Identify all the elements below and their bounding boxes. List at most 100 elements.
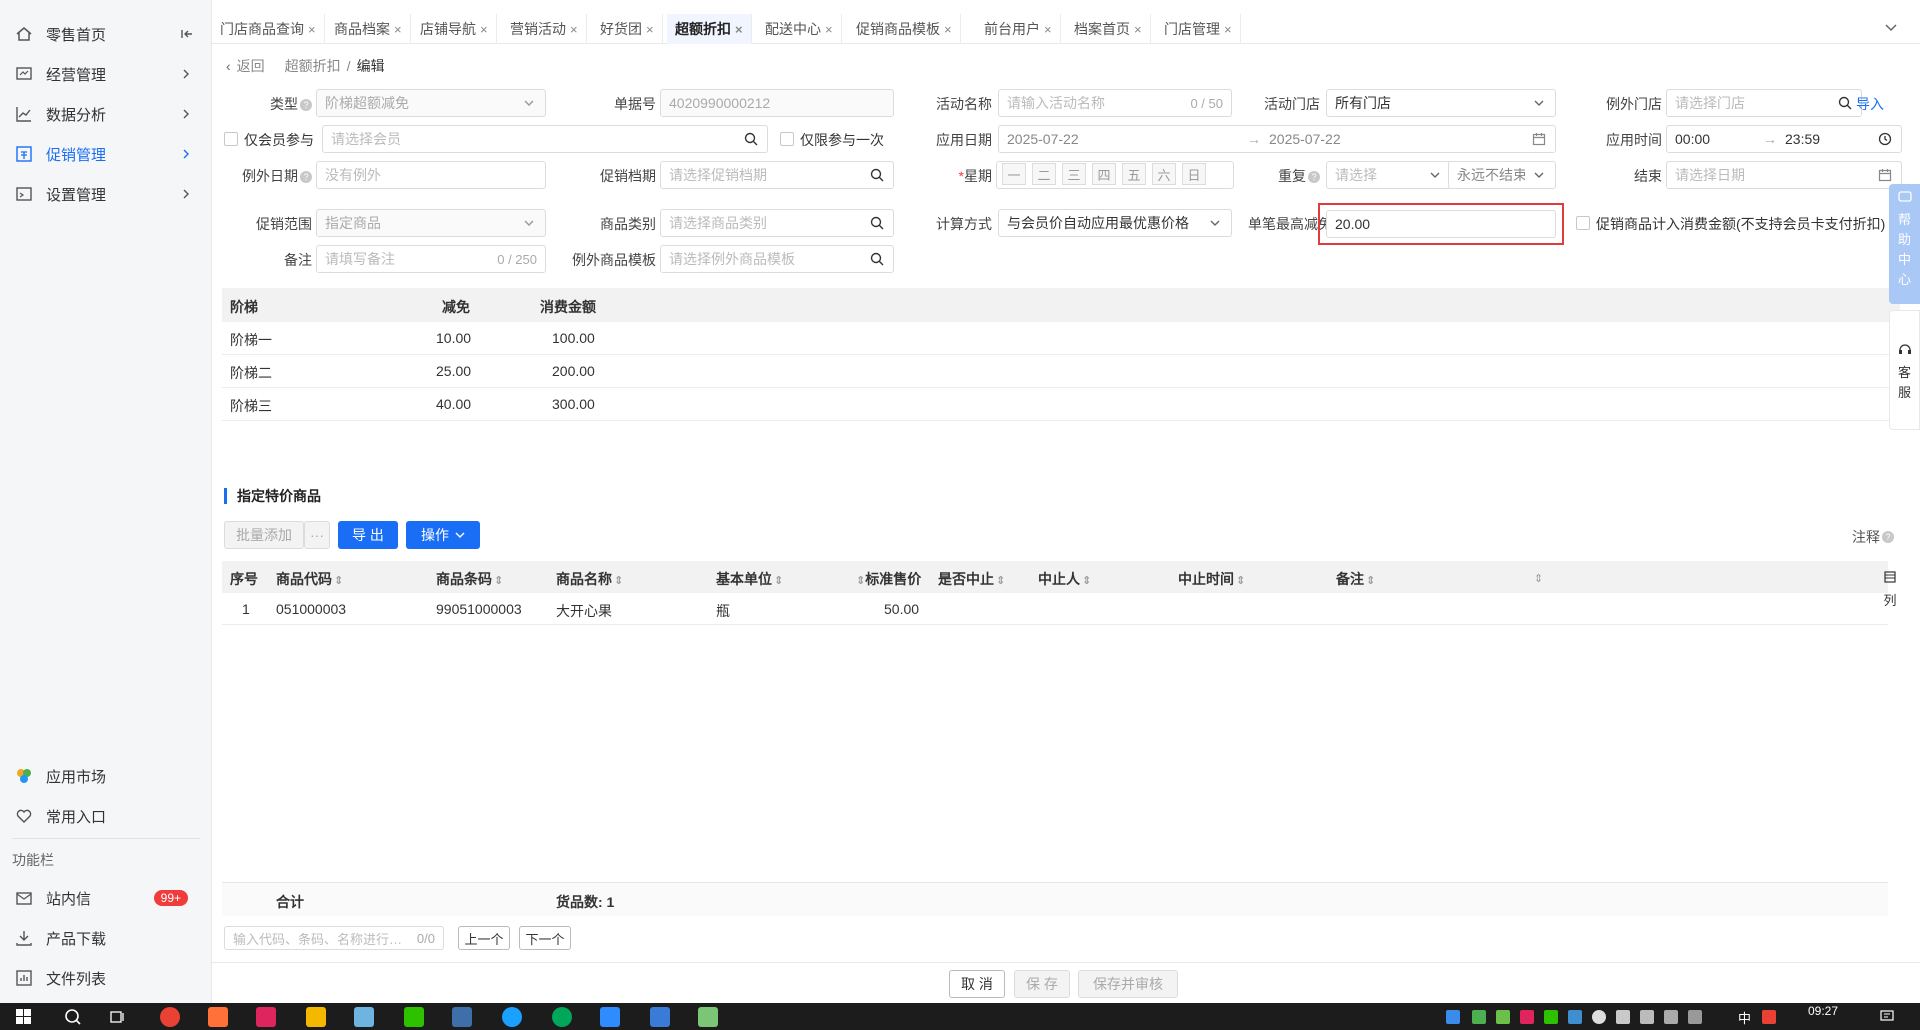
tab-shop-nav[interactable]: 店铺导航 × xyxy=(412,14,497,44)
close-icon[interactable]: × xyxy=(1044,22,1052,37)
tab-store-product-query[interactable]: 门店商品查询 × xyxy=(212,14,325,44)
tray-icon[interactable] xyxy=(1446,1010,1460,1024)
max-discount-input[interactable]: 20.00 xyxy=(1326,210,1556,238)
once-only-checkbox[interactable] xyxy=(780,132,794,146)
app-icon[interactable] xyxy=(502,1007,522,1027)
tabs-dropdown-icon[interactable] xyxy=(1884,20,1898,37)
app-icon[interactable] xyxy=(552,1007,572,1027)
tab-store-mgmt[interactable]: 门店管理 × xyxy=(1156,14,1241,44)
count-consume-checkbox[interactable] xyxy=(1576,216,1590,230)
apply-time-range[interactable]: 00:00 → 23:59 xyxy=(1666,125,1902,153)
exclude-date-input[interactable]: 没有例外 xyxy=(316,161,546,189)
tab-promo-template[interactable]: 促销商品模板 × xyxy=(848,14,961,44)
volume-icon[interactable] xyxy=(1688,1010,1702,1024)
tray-icon[interactable] xyxy=(1568,1010,1582,1024)
col-header-price[interactable]: ⇕标准售价 xyxy=(854,569,921,589)
app-icon[interactable] xyxy=(650,1007,670,1027)
prev-button[interactable]: 上一个 xyxy=(458,926,510,950)
breadcrumb-parent[interactable]: 超额折扣 xyxy=(285,56,341,76)
week-day-fri[interactable]: 五 xyxy=(1122,163,1146,185)
close-icon[interactable]: × xyxy=(646,22,654,37)
scope-select[interactable]: 指定商品 xyxy=(316,209,546,237)
tab-front-users[interactable]: 前台用户 × xyxy=(976,14,1061,44)
week-day-thu[interactable]: 四 xyxy=(1092,163,1116,185)
save-audit-button[interactable]: 保存并审核 xyxy=(1078,970,1178,998)
repeat-select[interactable]: 请选择 xyxy=(1326,161,1452,189)
app-icon[interactable] xyxy=(452,1007,472,1027)
table-row[interactable]: 阶梯一 10.00 100.00 xyxy=(222,322,1900,355)
tab-archive-home[interactable]: 档案首页 × xyxy=(1066,14,1151,44)
member-only-checkbox[interactable] xyxy=(224,132,238,146)
tab-good-group[interactable]: 好货团 × xyxy=(592,14,663,44)
col-header-suspend-time[interactable]: 中止时间 ⇕ xyxy=(1178,569,1245,589)
export-button[interactable]: 导 出 xyxy=(338,521,398,549)
wechat-icon[interactable] xyxy=(404,1007,424,1027)
end-date-input[interactable]: 请选择日期 xyxy=(1666,161,1902,189)
app-icon[interactable] xyxy=(256,1007,276,1027)
search-icon[interactable] xyxy=(869,215,885,231)
sidebar-item-promotion[interactable]: 促销管理 xyxy=(0,134,212,174)
col-header-remark[interactable]: 备注 ⇕ xyxy=(1336,569,1375,589)
sidebar-item-data-analysis[interactable]: 数据分析 xyxy=(0,94,212,134)
close-icon[interactable]: × xyxy=(825,22,833,37)
table-row[interactable]: 1 051000003 99051000003 大开心果 瓶 50.00 xyxy=(222,593,1888,625)
exclude-template-input[interactable]: 请选择例外商品模板 xyxy=(660,245,894,273)
search-icon[interactable] xyxy=(869,251,885,267)
col-header-unit[interactable]: 基本单位 ⇕ xyxy=(716,569,783,589)
close-icon[interactable]: × xyxy=(1224,22,1232,37)
sidebar-item-downloads[interactable]: 产品下载 xyxy=(0,918,212,958)
cancel-button[interactable]: 取 消 xyxy=(949,970,1005,998)
help-center-button[interactable]: 帮 助 中 心 xyxy=(1889,184,1920,304)
customer-service-button[interactable]: 客 服 xyxy=(1889,310,1920,430)
close-icon[interactable]: × xyxy=(570,22,578,37)
close-icon[interactable]: × xyxy=(944,22,952,37)
clock-icon[interactable] xyxy=(1877,131,1893,147)
search-icon[interactable] xyxy=(64,1008,82,1029)
tray-icon[interactable] xyxy=(1520,1010,1534,1024)
table-row[interactable]: 阶梯三 40.00 300.00 xyxy=(222,388,1900,421)
notification-icon[interactable] xyxy=(1880,1009,1894,1026)
sidebar-item-messages[interactable]: 站内信 99+ xyxy=(0,878,212,918)
batch-add-button[interactable]: 批量添加 xyxy=(224,521,304,549)
folder-icon[interactable] xyxy=(306,1007,326,1027)
week-day-sat[interactable]: 六 xyxy=(1152,163,1176,185)
search-icon[interactable] xyxy=(869,167,885,183)
app-icon[interactable] xyxy=(354,1007,374,1027)
import-link[interactable]: 导入 xyxy=(1856,94,1884,114)
member-input[interactable]: 请选择会员 xyxy=(322,125,768,153)
col-header-suspended[interactable]: 是否中止 ⇕ xyxy=(938,569,1005,589)
calc-select[interactable]: 与会员价自动应用最优惠价格 xyxy=(998,209,1232,237)
tab-excess-discount[interactable]: 超额折扣 × xyxy=(667,14,752,44)
week-day-tue[interactable]: 二 xyxy=(1032,163,1056,185)
app-icon[interactable] xyxy=(698,1007,718,1027)
ime-indicator[interactable]: 中 xyxy=(1738,1008,1751,1027)
operate-button[interactable]: 操作 xyxy=(406,521,480,549)
col-header-suspender[interactable]: 中止人 ⇕ xyxy=(1038,569,1091,589)
sidebar-item-files[interactable]: 文件列表 xyxy=(0,958,212,998)
save-button[interactable]: 保 存 xyxy=(1014,970,1070,998)
remark-input[interactable]: 请填写备注 0 / 250 xyxy=(316,245,546,273)
close-icon[interactable]: × xyxy=(308,22,316,37)
tray-icon[interactable] xyxy=(1472,1010,1486,1024)
tab-distribution[interactable]: 配送中心 × xyxy=(757,14,842,44)
activity-store-select[interactable]: 所有门店 xyxy=(1326,89,1556,117)
col-header-code[interactable]: 商品代码 ⇕ xyxy=(276,569,343,589)
collapse-sidebar-icon[interactable] xyxy=(178,26,194,42)
tray-icon[interactable] xyxy=(1640,1010,1654,1024)
windows-start-icon[interactable] xyxy=(16,1009,31,1027)
repeat-end-select[interactable]: 永远不结束 xyxy=(1448,161,1556,189)
sort-icon[interactable]: ⇕ xyxy=(1532,569,1543,585)
apply-date-range[interactable]: 2025-07-22 → 2025-07-22 xyxy=(998,125,1556,153)
sogou-icon[interactable] xyxy=(1762,1010,1776,1024)
calendar-icon[interactable] xyxy=(1877,167,1893,183)
tray-icon[interactable] xyxy=(1592,1010,1606,1024)
col-header-name[interactable]: 商品名称 ⇕ xyxy=(556,569,623,589)
chrome-icon[interactable] xyxy=(160,1007,180,1027)
calendar-icon[interactable] xyxy=(1531,131,1547,147)
table-row[interactable]: 阶梯二 25.00 200.00 xyxy=(222,355,1900,388)
app-icon[interactable] xyxy=(600,1007,620,1027)
close-icon[interactable]: × xyxy=(394,22,402,37)
sidebar-item-retail-home[interactable]: 零售首页 xyxy=(0,14,212,54)
sidebar-item-business[interactable]: 经营管理 xyxy=(0,54,212,94)
table-search-input[interactable]: 输入代码、条码、名称进行… 0/0 xyxy=(224,926,444,950)
